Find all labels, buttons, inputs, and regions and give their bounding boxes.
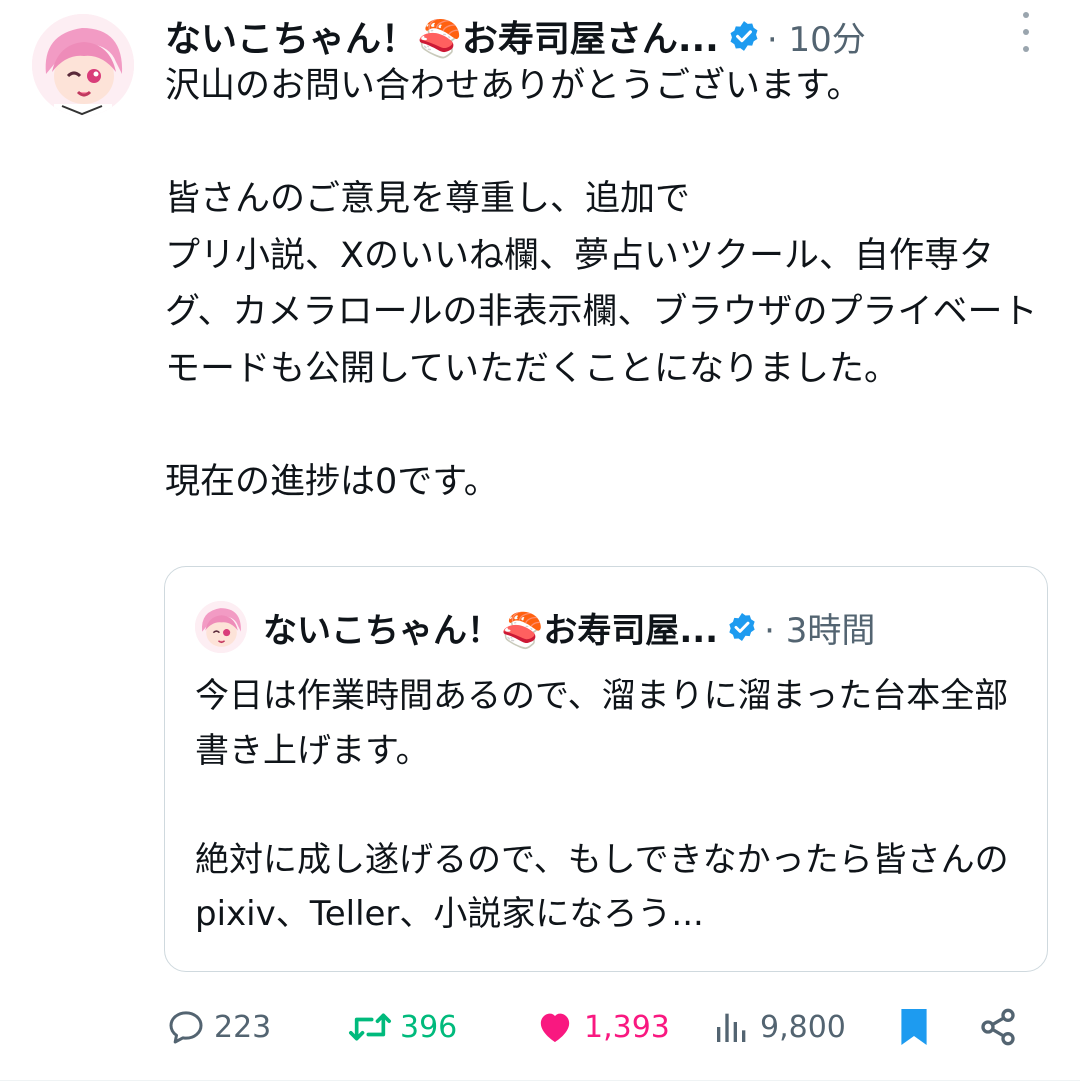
- reply-count: 223: [214, 1009, 272, 1045]
- quote-text: 今日は作業時間あるので、溜まりに溜まった台本全部書き上げます。 絶対に成し遂げる…: [195, 676, 1009, 934]
- speech-bubble-icon: [169, 1011, 203, 1044]
- quote-header: ないこちゃん！🍣お寿司屋... · 3時間: [263, 599, 875, 655]
- timestamp[interactable]: · 10分: [767, 12, 866, 61]
- vertical-dots-icon[interactable]: [1014, 12, 1038, 52]
- share-button[interactable]: [978, 1000, 1018, 1054]
- reply-button[interactable]: 223: [166, 1000, 271, 1054]
- retweet-count: 396: [400, 1009, 458, 1045]
- verified-badge-icon: [727, 19, 761, 53]
- avatar[interactable]: [32, 14, 134, 116]
- action-bar: 223 396 1,393 9,800: [166, 1000, 1046, 1054]
- avatar-illustration: [32, 14, 134, 116]
- heart-filled-icon: [540, 1013, 570, 1042]
- tweet[interactable]: ないこちゃん！🍣お寿司屋さん... · 10分 沢山のお問い合わせありがとうござ…: [0, 0, 1080, 1084]
- verified-badge-icon: [726, 611, 758, 643]
- quote-avatar[interactable]: [195, 601, 247, 653]
- like-button[interactable]: 1,393: [534, 1000, 670, 1054]
- bookmark-filled-icon: [901, 1009, 927, 1045]
- views-count: 9,800: [760, 1009, 846, 1045]
- bar-chart-icon: [717, 1013, 746, 1042]
- tweet-header: ないこちゃん！🍣お寿司屋さん... · 10分: [165, 6, 1045, 66]
- bottom-divider: [0, 1080, 1080, 1081]
- bookmark-button[interactable]: [896, 1000, 932, 1054]
- quote-avatar-illustration: [195, 601, 247, 653]
- views-button[interactable]: 9,800: [712, 1000, 846, 1054]
- display-name[interactable]: ないこちゃん！🍣お寿司屋さん...: [165, 10, 719, 62]
- quote-timestamp: · 3時間: [764, 610, 876, 651]
- share-icon: [981, 1008, 1015, 1046]
- tweet-text: 沢山のお問い合わせありがとうございます。 皆さんのご意見を尊重し、追加で プリ小…: [165, 66, 1038, 502]
- quote-display-name: ないこちゃん！🍣お寿司屋...: [263, 610, 719, 651]
- retweet-arrows-icon: [349, 1013, 391, 1041]
- like-count: 1,393: [584, 1009, 670, 1045]
- retweet-button[interactable]: 396: [348, 1000, 457, 1054]
- quoted-tweet[interactable]: ないこちゃん！🍣お寿司屋... · 3時間 今日は作業時間あるので、溜まりに溜ま…: [164, 566, 1048, 972]
